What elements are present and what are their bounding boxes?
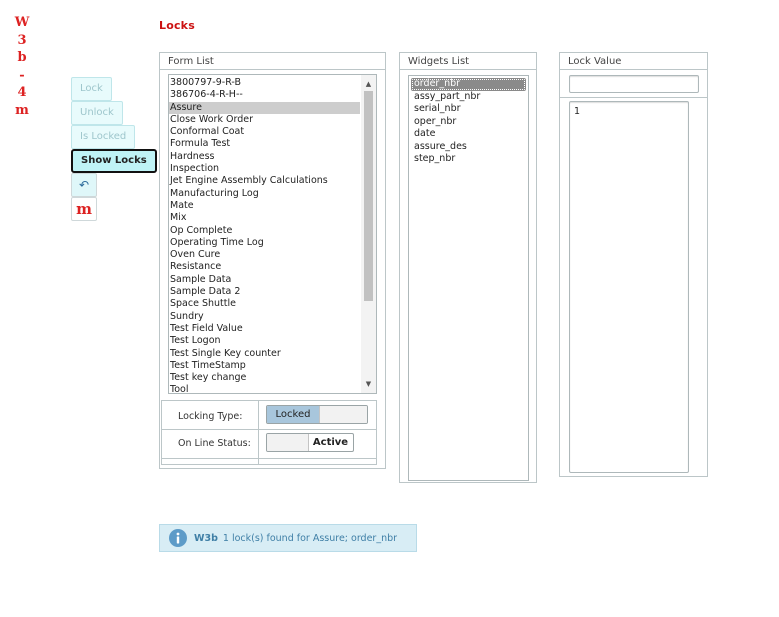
form-list-item[interactable]: Resistance: [169, 261, 360, 273]
info-icon: [169, 529, 187, 547]
lock-value-input[interactable]: [569, 75, 699, 93]
widget-list-item[interactable]: oper_nbr: [411, 116, 526, 129]
logo-letter: m: [15, 102, 29, 118]
form-list-item[interactable]: Test TimeStamp: [169, 360, 360, 372]
widget-list-item[interactable]: serial_nbr: [411, 103, 526, 116]
scrollbar-thumb[interactable]: [364, 91, 373, 301]
form-list-header: Form List: [160, 53, 385, 70]
row-divider: [162, 429, 376, 430]
lock-value-header: Lock Value: [560, 53, 707, 70]
status-text: lock(s) found for Assure; order_nbr: [231, 532, 398, 544]
logo-letter: -: [19, 67, 25, 83]
status-brand: W3b: [194, 532, 218, 544]
widget-list-item[interactable]: assure_des: [411, 141, 526, 154]
w3b-4m-logo: W 3 b - 4 m: [12, 14, 32, 119]
m-logo-icon: m: [76, 199, 92, 218]
toggle-knob: [319, 406, 367, 423]
form-list-item[interactable]: Tool: [169, 384, 360, 393]
widget-list-item[interactable]: assy_part_nbr: [411, 91, 526, 104]
form-list-item[interactable]: Sundry: [169, 311, 360, 323]
online-status-toggle[interactable]: Active: [266, 433, 354, 452]
widget-list-item-selected[interactable]: order_nbr: [411, 78, 526, 91]
form-list-item[interactable]: Test key change: [169, 372, 360, 384]
form-list-item[interactable]: Oven Cure: [169, 249, 360, 261]
form-list-item[interactable]: Inspection: [169, 163, 360, 175]
status-message: W3b 1 lock(s) found for Assure; order_nb…: [159, 524, 417, 552]
form-list-item[interactable]: Op Complete: [169, 225, 360, 237]
form-list-item[interactable]: Sample Data: [169, 274, 360, 286]
form-list-item[interactable]: Space Shuttle: [169, 298, 360, 310]
form-list-item-selected[interactable]: Assure: [169, 101, 360, 114]
row-divider: [162, 458, 376, 459]
logo-letter: 3: [17, 32, 27, 48]
form-listbox[interactable]: 3800797-9-R-B 386706-4-R-H-- Assure Clos…: [168, 74, 377, 394]
form-list-item[interactable]: Conformal Coat: [169, 126, 360, 138]
logo-letter: 4: [17, 85, 27, 100]
form-list-panel: Form List 3800797-9-R-B 386706-4-R-H-- A…: [159, 52, 386, 469]
form-list-item[interactable]: 386706-4-R-H--: [169, 89, 360, 101]
row-divider: [560, 97, 707, 98]
unlock-button[interactable]: Unlock: [71, 101, 123, 125]
form-list-scrollbar[interactable]: ▲ ▼: [361, 75, 376, 393]
show-locks-button[interactable]: Show Locks: [71, 149, 157, 173]
form-items: 3800797-9-R-B 386706-4-R-H-- Assure Clos…: [169, 77, 360, 393]
column-divider: [258, 401, 259, 464]
locking-type-toggle[interactable]: Locked: [266, 405, 368, 424]
form-list-item[interactable]: Jet Engine Assembly Calculations: [169, 175, 360, 187]
form-list-item[interactable]: Operating Time Log: [169, 237, 360, 249]
logo-letter: b: [17, 50, 27, 65]
page-title: Locks: [159, 19, 195, 32]
form-list-item[interactable]: Mix: [169, 212, 360, 224]
form-list-item[interactable]: Manufacturing Log: [169, 188, 360, 200]
logo-letter: W: [14, 15, 30, 30]
widget-list-item[interactable]: step_nbr: [411, 153, 526, 166]
widgets-list-panel: Widgets List order_nbr assy_part_nbr ser…: [399, 52, 537, 483]
undo-icon: ↶: [78, 178, 90, 192]
widget-list-item[interactable]: date: [411, 128, 526, 141]
form-list-item[interactable]: Test Logon: [169, 335, 360, 347]
form-list-item[interactable]: 3800797-9-R-B: [169, 77, 360, 89]
form-list-item[interactable]: Formula Test: [169, 138, 360, 150]
undo-button[interactable]: ↶: [71, 173, 97, 197]
is-locked-button[interactable]: Is Locked: [71, 125, 136, 149]
widgets-listbox[interactable]: order_nbr assy_part_nbr serial_nbr oper_…: [408, 75, 529, 481]
form-list-item[interactable]: Sample Data 2: [169, 286, 360, 298]
scroll-down-arrow-icon[interactable]: ▼: [361, 377, 376, 391]
widgets-list-header: Widgets List: [400, 53, 536, 70]
status-count: 1: [222, 532, 229, 544]
m-logo-button[interactable]: m: [71, 197, 97, 221]
scroll-up-arrow-icon[interactable]: ▲: [361, 77, 376, 91]
form-list-item[interactable]: Test Field Value: [169, 323, 360, 335]
form-list-item[interactable]: Mate: [169, 200, 360, 212]
toggle-knob: [267, 434, 309, 451]
locks-app: W 3 b - 4 m Lock Unlock Is Locked Show L…: [0, 0, 779, 617]
lock-button[interactable]: Lock: [71, 77, 112, 101]
lock-value-textarea[interactable]: 1: [569, 101, 689, 473]
form-list-item[interactable]: Hardness: [169, 151, 360, 163]
locking-type-label: Locking Type:: [178, 411, 243, 422]
online-status-label: On Line Status:: [178, 438, 251, 449]
form-list-item[interactable]: Test Single Key counter: [169, 348, 360, 360]
lock-value-entry: 1: [574, 106, 581, 117]
form-list-item[interactable]: Close Work Order: [169, 114, 360, 126]
lock-value-panel: Lock Value 1: [559, 52, 708, 477]
lock-options-panel: Locking Type: Locked On Line Status: Act…: [161, 400, 377, 465]
locking-type-value: Locked: [267, 406, 319, 423]
online-status-value: Active: [312, 437, 349, 448]
